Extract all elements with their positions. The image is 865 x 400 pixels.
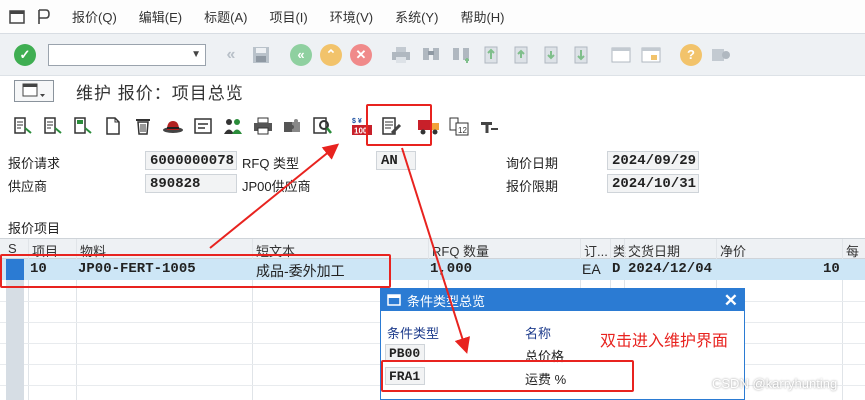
- search-document-icon[interactable]: [311, 114, 335, 138]
- quotation-request-label: 报价请求: [8, 156, 61, 171]
- menu-system[interactable]: 系统(Y): [395, 7, 438, 26]
- watermark: CSDN @karryhunting: [712, 376, 838, 391]
- col-delivery-date-header[interactable]: 交货日期: [628, 241, 680, 260]
- dialog-title: 条件类型总览: [407, 293, 486, 309]
- hat-icon[interactable]: [161, 114, 185, 138]
- quotation-request-field[interactable]: 6000000078: [145, 151, 237, 170]
- command-input[interactable]: [61, 45, 192, 64]
- save-icon[interactable]: [250, 44, 272, 66]
- schedule-calendar-icon[interactable]: 12: [447, 114, 471, 138]
- enter-check-icon[interactable]: ✓: [14, 43, 36, 66]
- inquiry-date-field[interactable]: 2024/09/29: [607, 151, 699, 170]
- find-next-icon[interactable]: [450, 44, 472, 66]
- menu-item[interactable]: 项目(I): [269, 7, 307, 26]
- display-header-icon[interactable]: [11, 114, 35, 138]
- item-texts-icon[interactable]: [71, 114, 95, 138]
- new-document-icon[interactable]: [101, 114, 125, 138]
- inquiry-date-label: 询价日期: [506, 156, 559, 171]
- back-icon[interactable]: «: [290, 43, 312, 66]
- help-icon[interactable]: ?: [680, 43, 702, 66]
- dialog-col-type-header: 条件类型: [387, 326, 440, 341]
- col-unit-header[interactable]: 订...: [584, 241, 608, 260]
- menu-environment[interactable]: 环境(V): [330, 7, 373, 26]
- highlight-item-row: [0, 254, 391, 288]
- row-delivery-date[interactable]: 2024/12/04: [628, 261, 712, 277]
- row-net-price[interactable]: 10: [823, 261, 840, 277]
- delete-trash-icon[interactable]: [131, 114, 155, 138]
- last-page-icon[interactable]: [570, 44, 592, 66]
- menu-bar: 报价(Q) 编辑(E) 标题(A) 项目(I) 环境(V) 系统(Y) 帮助(H…: [0, 0, 865, 34]
- layout-menu-icon[interactable]: [32, 8, 54, 26]
- rfq-type-field[interactable]: AN: [376, 151, 416, 170]
- exit-icon[interactable]: ⌃: [320, 43, 342, 66]
- customize-layout-icon[interactable]: [710, 44, 732, 66]
- highlight-conditions-button: [366, 104, 432, 146]
- item-detail-icon[interactable]: [41, 114, 65, 138]
- shortcut-icon[interactable]: [640, 44, 662, 66]
- close-icon[interactable]: ✕: [724, 291, 738, 311]
- print-icon[interactable]: [390, 44, 412, 66]
- form-icon[interactable]: [191, 114, 215, 138]
- annotation-text: 双击进入维护界面: [600, 333, 729, 350]
- deadline-label: 报价限期: [506, 179, 559, 194]
- menu-quotation[interactable]: 报价(Q): [72, 7, 117, 26]
- find-icon[interactable]: [420, 44, 442, 66]
- partners-icon[interactable]: [221, 114, 245, 138]
- deadline-field[interactable]: 2024/10/31: [607, 174, 699, 193]
- highlight-fra1-row: [381, 360, 634, 392]
- print-output-icon[interactable]: [251, 114, 275, 138]
- row-category[interactable]: D: [612, 261, 620, 277]
- page-title: 维护 报价：项目总览: [76, 83, 244, 103]
- row-qty[interactable]: 1,000: [430, 261, 472, 277]
- title-bar: 维护 报价：项目总览: [0, 76, 865, 106]
- tools-icon[interactable]: [477, 114, 501, 138]
- col-qty-header[interactable]: RFQ 数量: [432, 241, 489, 260]
- vendor-label: 供应商: [8, 179, 48, 194]
- menu-help[interactable]: 帮助(H): [460, 7, 504, 26]
- col-per-header[interactable]: 每: [846, 241, 859, 260]
- svg-text:$ ¥: $ ¥: [352, 118, 362, 125]
- new-session-icon[interactable]: [610, 44, 632, 66]
- dialog-window-icon: [387, 294, 401, 306]
- previous-page-icon[interactable]: [510, 44, 532, 66]
- row-unit[interactable]: EA: [582, 261, 601, 277]
- title-menu-button[interactable]: [14, 80, 54, 102]
- next-page-icon[interactable]: [540, 44, 562, 66]
- collapse-left-icon[interactable]: «: [220, 44, 242, 66]
- chevron-down-icon[interactable]: ▼: [191, 49, 201, 60]
- first-page-icon[interactable]: [480, 44, 502, 66]
- menu-header[interactable]: 标题(A): [204, 7, 247, 26]
- dialog-col-name-header: 名称: [525, 326, 552, 341]
- rfq-type-label: RFQ 类型: [242, 156, 300, 171]
- system-menu-icon[interactable]: [6, 8, 28, 26]
- vendor-name: JP00供应商: [242, 179, 311, 194]
- cancel-icon[interactable]: ✕: [350, 43, 372, 66]
- col-net-price-header[interactable]: 净价: [720, 241, 746, 260]
- puzzle-icon[interactable]: [281, 114, 305, 138]
- menu-edit[interactable]: 编辑(E): [139, 7, 182, 26]
- items-section-title: 报价项目: [8, 221, 61, 236]
- svg-text:12: 12: [458, 126, 467, 135]
- dialog-titlebar: 条件类型总览: [381, 289, 744, 311]
- standard-toolbar: ✓ ▼ « « ⌃ ✕ ?: [0, 34, 865, 76]
- vendor-field[interactable]: 890828: [145, 174, 237, 193]
- command-field[interactable]: ▼: [48, 43, 206, 66]
- application-toolbar: $ ¥100 12: [0, 110, 865, 142]
